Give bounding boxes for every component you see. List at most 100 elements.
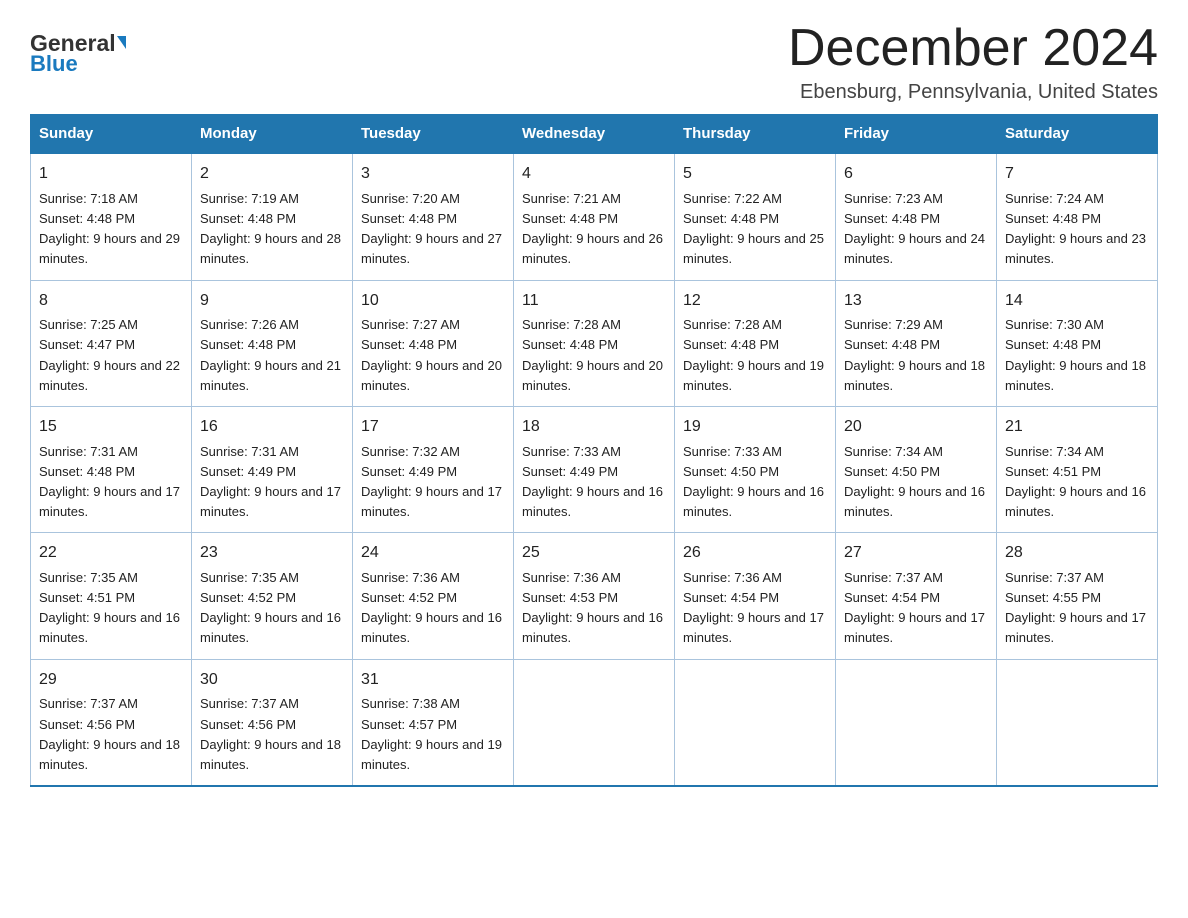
day-info: Sunrise: 7:28 AMSunset: 4:48 PMDaylight:… (683, 317, 824, 392)
calendar-cell: 20 Sunrise: 7:34 AMSunset: 4:50 PMDayligh… (836, 406, 997, 532)
day-number: 29 (39, 668, 183, 693)
calendar-cell (675, 659, 836, 786)
calendar-cell: 25 Sunrise: 7:36 AMSunset: 4:53 PMDayligh… (514, 533, 675, 659)
day-info: Sunrise: 7:36 AMSunset: 4:52 PMDaylight:… (361, 570, 502, 645)
day-number: 2 (200, 162, 344, 187)
day-info: Sunrise: 7:31 AMSunset: 4:49 PMDaylight:… (200, 444, 341, 519)
day-number: 12 (683, 289, 827, 314)
calendar-cell (836, 659, 997, 786)
day-info: Sunrise: 7:23 AMSunset: 4:48 PMDaylight:… (844, 191, 985, 266)
calendar-cell: 23Sunrise: 7:35 AMSunset: 4:52 PMDayligh… (192, 533, 353, 659)
day-number: 24 (361, 541, 505, 566)
calendar-cell: 4 Sunrise: 7:21 AMSunset: 4:48 PMDaylight… (514, 153, 675, 280)
day-info: Sunrise: 7:35 AMSunset: 4:51 PMDaylight:… (39, 570, 180, 645)
column-header-saturday: Saturday (997, 115, 1158, 154)
calendar-subtitle: Ebensburg, Pennsylvania, United States (788, 81, 1158, 104)
day-number: 31 (361, 668, 505, 693)
day-info: Sunrise: 7:28 AMSunset: 4:48 PMDaylight:… (522, 317, 663, 392)
calendar-cell: 22 Sunrise: 7:35 AMSunset: 4:51 PMDayligh… (31, 533, 192, 659)
day-info: Sunrise: 7:27 AMSunset: 4:48 PMDaylight:… (361, 317, 502, 392)
day-number: 6 (844, 162, 988, 187)
day-number: 7 (1005, 162, 1149, 187)
day-info: Sunrise: 7:21 AMSunset: 4:48 PMDaylight:… (522, 191, 663, 266)
day-number: 22 (39, 541, 183, 566)
calendar-week-row: 15Sunrise: 7:31 AMSunset: 4:48 PMDayligh… (31, 406, 1158, 532)
calendar-cell: 9Sunrise: 7:26 AMSunset: 4:48 PMDaylight… (192, 280, 353, 406)
calendar-cell: 16 Sunrise: 7:31 AMSunset: 4:49 PMDayligh… (192, 406, 353, 532)
day-number: 16 (200, 415, 344, 440)
day-number: 17 (361, 415, 505, 440)
day-info: Sunrise: 7:36 AMSunset: 4:54 PMDaylight:… (683, 570, 824, 645)
day-info: Sunrise: 7:36 AMSunset: 4:53 PMDaylight:… (522, 570, 663, 645)
calendar-cell: 6 Sunrise: 7:23 AMSunset: 4:48 PMDaylight… (836, 153, 997, 280)
calendar-table: SundayMondayTuesdayWednesdayThursdayFrid… (30, 114, 1158, 787)
day-number: 30 (200, 668, 344, 693)
day-number: 11 (522, 289, 666, 314)
day-info: Sunrise: 7:18 AMSunset: 4:48 PMDaylight:… (39, 191, 180, 266)
calendar-cell: 30 Sunrise: 7:37 AMSunset: 4:56 PMDayligh… (192, 659, 353, 786)
page-header: General Blue December 2024 Ebensburg, Pe… (30, 20, 1158, 104)
day-info: Sunrise: 7:37 AMSunset: 4:56 PMDaylight:… (39, 696, 180, 771)
logo: General Blue (30, 20, 126, 77)
day-number: 3 (361, 162, 505, 187)
day-number: 5 (683, 162, 827, 187)
calendar-week-row: 29 Sunrise: 7:37 AMSunset: 4:56 PMDayligh… (31, 659, 1158, 786)
calendar-cell: 2Sunrise: 7:19 AMSunset: 4:48 PMDaylight… (192, 153, 353, 280)
title-block: December 2024 Ebensburg, Pennsylvania, U… (788, 20, 1158, 104)
day-info: Sunrise: 7:37 AMSunset: 4:54 PMDaylight:… (844, 570, 985, 645)
day-info: Sunrise: 7:29 AMSunset: 4:48 PMDaylight:… (844, 317, 985, 392)
calendar-cell: 29 Sunrise: 7:37 AMSunset: 4:56 PMDayligh… (31, 659, 192, 786)
calendar-cell: 24 Sunrise: 7:36 AMSunset: 4:52 PMDayligh… (353, 533, 514, 659)
column-header-sunday: Sunday (31, 115, 192, 154)
day-info: Sunrise: 7:33 AMSunset: 4:49 PMDaylight:… (522, 444, 663, 519)
day-info: Sunrise: 7:37 AMSunset: 4:55 PMDaylight:… (1005, 570, 1146, 645)
calendar-cell: 17Sunrise: 7:32 AMSunset: 4:49 PMDayligh… (353, 406, 514, 532)
calendar-cell: 10Sunrise: 7:27 AMSunset: 4:48 PMDayligh… (353, 280, 514, 406)
calendar-cell: 11 Sunrise: 7:28 AMSunset: 4:48 PMDayligh… (514, 280, 675, 406)
calendar-week-row: 8Sunrise: 7:25 AMSunset: 4:47 PMDaylight… (31, 280, 1158, 406)
day-number: 1 (39, 162, 183, 187)
calendar-cell: 8Sunrise: 7:25 AMSunset: 4:47 PMDaylight… (31, 280, 192, 406)
day-number: 21 (1005, 415, 1149, 440)
calendar-header-row: SundayMondayTuesdayWednesdayThursdayFrid… (31, 115, 1158, 154)
day-info: Sunrise: 7:34 AMSunset: 4:51 PMDaylight:… (1005, 444, 1146, 519)
day-number: 18 (522, 415, 666, 440)
day-number: 20 (844, 415, 988, 440)
column-header-monday: Monday (192, 115, 353, 154)
calendar-cell: 21 Sunrise: 7:34 AMSunset: 4:51 PMDayligh… (997, 406, 1158, 532)
calendar-cell: 28 Sunrise: 7:37 AMSunset: 4:55 PMDayligh… (997, 533, 1158, 659)
day-number: 23 (200, 541, 344, 566)
calendar-cell (997, 659, 1158, 786)
calendar-cell: 26 Sunrise: 7:36 AMSunset: 4:54 PMDayligh… (675, 533, 836, 659)
calendar-cell (514, 659, 675, 786)
day-info: Sunrise: 7:22 AMSunset: 4:48 PMDaylight:… (683, 191, 824, 266)
logo-blue-text: Blue (30, 51, 78, 77)
day-number: 14 (1005, 289, 1149, 314)
day-info: Sunrise: 7:34 AMSunset: 4:50 PMDaylight:… (844, 444, 985, 519)
day-number: 25 (522, 541, 666, 566)
calendar-cell: 5 Sunrise: 7:22 AMSunset: 4:48 PMDaylight… (675, 153, 836, 280)
calendar-cell: 1 Sunrise: 7:18 AMSunset: 4:48 PMDaylight… (31, 153, 192, 280)
calendar-cell: 18 Sunrise: 7:33 AMSunset: 4:49 PMDayligh… (514, 406, 675, 532)
day-info: Sunrise: 7:31 AMSunset: 4:48 PMDaylight:… (39, 444, 180, 519)
day-number: 4 (522, 162, 666, 187)
day-info: Sunrise: 7:30 AMSunset: 4:48 PMDaylight:… (1005, 317, 1146, 392)
day-number: 27 (844, 541, 988, 566)
calendar-cell: 15Sunrise: 7:31 AMSunset: 4:48 PMDayligh… (31, 406, 192, 532)
column-header-tuesday: Tuesday (353, 115, 514, 154)
calendar-cell: 12 Sunrise: 7:28 AMSunset: 4:48 PMDayligh… (675, 280, 836, 406)
day-info: Sunrise: 7:37 AMSunset: 4:56 PMDaylight:… (200, 696, 341, 771)
column-header-thursday: Thursday (675, 115, 836, 154)
column-header-friday: Friday (836, 115, 997, 154)
logo-arrow-icon (117, 36, 126, 49)
calendar-week-row: 1 Sunrise: 7:18 AMSunset: 4:48 PMDaylight… (31, 153, 1158, 280)
day-info: Sunrise: 7:38 AMSunset: 4:57 PMDaylight:… (361, 696, 502, 771)
day-number: 28 (1005, 541, 1149, 566)
calendar-cell: 3 Sunrise: 7:20 AMSunset: 4:48 PMDaylight… (353, 153, 514, 280)
calendar-title: December 2024 (788, 20, 1158, 77)
day-number: 26 (683, 541, 827, 566)
calendar-cell: 31 Sunrise: 7:38 AMSunset: 4:57 PMDayligh… (353, 659, 514, 786)
calendar-cell: 7Sunrise: 7:24 AMSunset: 4:48 PMDaylight… (997, 153, 1158, 280)
day-info: Sunrise: 7:20 AMSunset: 4:48 PMDaylight:… (361, 191, 502, 266)
day-number: 8 (39, 289, 183, 314)
